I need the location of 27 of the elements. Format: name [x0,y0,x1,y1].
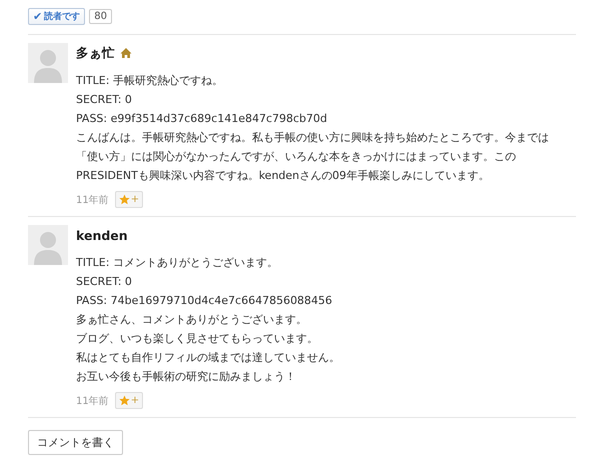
reader-count: 80 [89,8,112,24]
comment-line: TITLE: 手帳研究熱心ですね。 [76,73,224,89]
timestamp: 11年前 [76,394,109,408]
check-icon: ✔ [33,10,42,22]
home-icon[interactable] [120,47,132,59]
comment-line: TITLE: コメントありがとうございます。 [76,255,279,271]
avatar-icon [28,43,68,83]
comment-line: ブログ、いつも楽しく見させてもらっています。 [76,331,319,347]
comment-line: 多ぁ忙さん、コメントありがとうございます。 [76,312,308,328]
star-icon [118,194,130,205]
timestamp: 11年前 [76,194,109,206]
write-comment-button[interactable]: コメントを書く [28,430,123,455]
comment-line: お互い今後も手帳術の研究に励みましょう！ [76,369,297,385]
comment-line: PASS: 74be16979710d4c4e7c6647856088456 [76,293,334,309]
star-icon [118,395,130,406]
reader-button[interactable]: ✔ 読者です [28,8,86,24]
comment-line: SECRET: 0 [76,92,133,108]
comment-line: SECRET: 0 [76,274,133,290]
comment-line: 私はとても自作リフィルの域までは達していません。 [76,350,341,366]
author-name[interactable]: 多ぁ忙 [76,44,115,62]
comment-line: こんばんは。手帳研究熱心ですね。私も手帳の使い方に興味を持ち始めたところです。今までは [76,130,550,146]
comment-line: PASS: e99f3514d37c689c141e847c798cb70d [76,111,328,127]
comment-line: PRESIDENTも興味深い内容ですね。kendenさんの09年手帳楽しみにしています。 [76,168,490,184]
author-name[interactable]: kenden [76,228,128,242]
avatar-icon [28,225,68,265]
reader-label: 読者です [44,10,80,22]
comment-line: 「使い方」には関心がなかったんですが、いろんな本をきっかけにはまっています。この [76,149,517,165]
